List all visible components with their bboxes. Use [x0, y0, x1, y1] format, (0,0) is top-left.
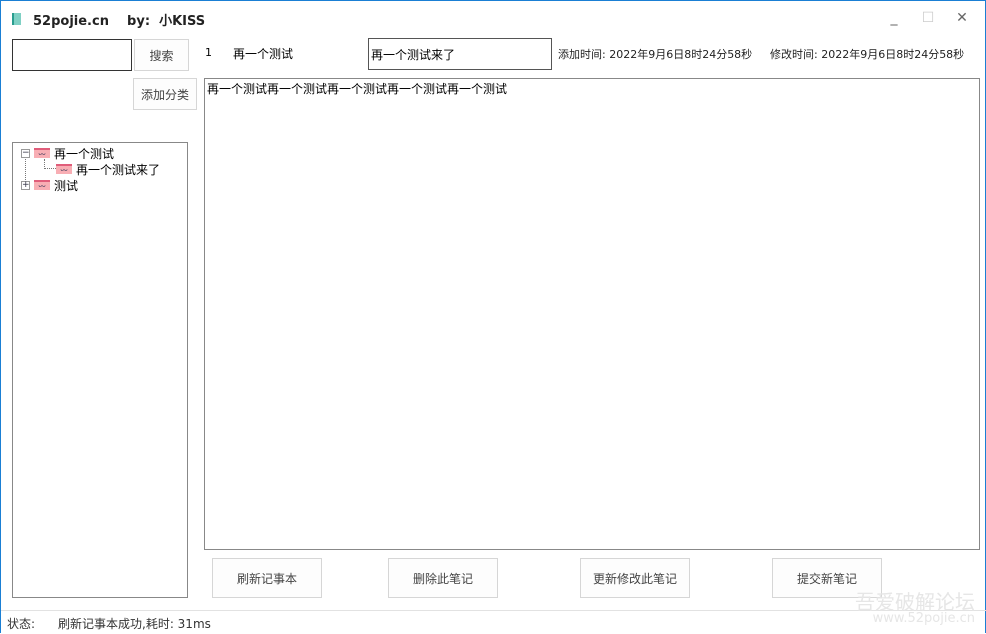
note-content-textarea[interactable]: 再一个测试再一个测试再一个测试再一个测试再一个测试 — [204, 78, 980, 550]
collapse-icon[interactable]: − — [21, 148, 30, 158]
tree-node[interactable]: + ᴗᴗ 测试 — [21, 177, 78, 193]
tree-node[interactable]: ᴗᴗ 再一个测试来了 — [56, 161, 160, 177]
close-button[interactable]: ✕ — [945, 7, 979, 29]
status-text: 刷新记事本成功,耗时: 31ms — [58, 617, 211, 631]
window-title: 52pojie.cn by: 小KISS — [33, 14, 206, 29]
modified-time: 修改时间: 2022年9月6日8时24分58秒 — [770, 48, 965, 61]
app-icon — [12, 13, 21, 25]
added-time: 添加时间: 2022年9月6日8时24分58秒 — [558, 48, 753, 61]
add-category-button[interactable]: 添加分类 — [133, 78, 197, 110]
note-id: 1 — [205, 46, 212, 59]
minimize-button[interactable]: _ — [877, 7, 911, 29]
update-note-button[interactable]: 更新修改此笔记 — [580, 558, 690, 598]
tree-node[interactable]: − ᴗᴗ 再一个测试 — [21, 145, 114, 161]
delete-note-button[interactable]: 删除此笔记 — [388, 558, 498, 598]
category-tree[interactable]: − ᴗᴗ 再一个测试 ᴗᴗ 再一个测试来了 + ᴗᴗ 测试 — [12, 142, 188, 598]
tree-node-label: 再一个测试 — [54, 146, 115, 161]
refresh-notebook-button[interactable]: 刷新记事本 — [212, 558, 322, 598]
note-category: 再一个测试 — [233, 47, 294, 61]
note-title-input[interactable] — [368, 38, 552, 70]
search-button[interactable]: 搜索 — [134, 39, 189, 71]
tree-node-label: 测试 — [54, 178, 79, 193]
status-bar: 状态: 刷新记事本成功,耗时: 31ms — [1, 610, 986, 634]
folder-icon: ᴗᴗ — [34, 148, 50, 158]
expand-icon[interactable]: + — [21, 180, 30, 190]
folder-icon: ᴗᴗ — [56, 164, 72, 174]
tree-node-label: 再一个测试来了 — [76, 162, 161, 177]
watermark-url: www.52pojie.cn — [872, 611, 975, 626]
title-bar: 52pojie.cn by: 小KISS _ ☐ ✕ — [1, 1, 986, 35]
folder-icon: ᴗᴗ — [34, 180, 50, 190]
status-label: 状态: — [7, 617, 36, 631]
search-input[interactable] — [12, 39, 132, 71]
maximize-button[interactable]: ☐ — [911, 7, 945, 29]
